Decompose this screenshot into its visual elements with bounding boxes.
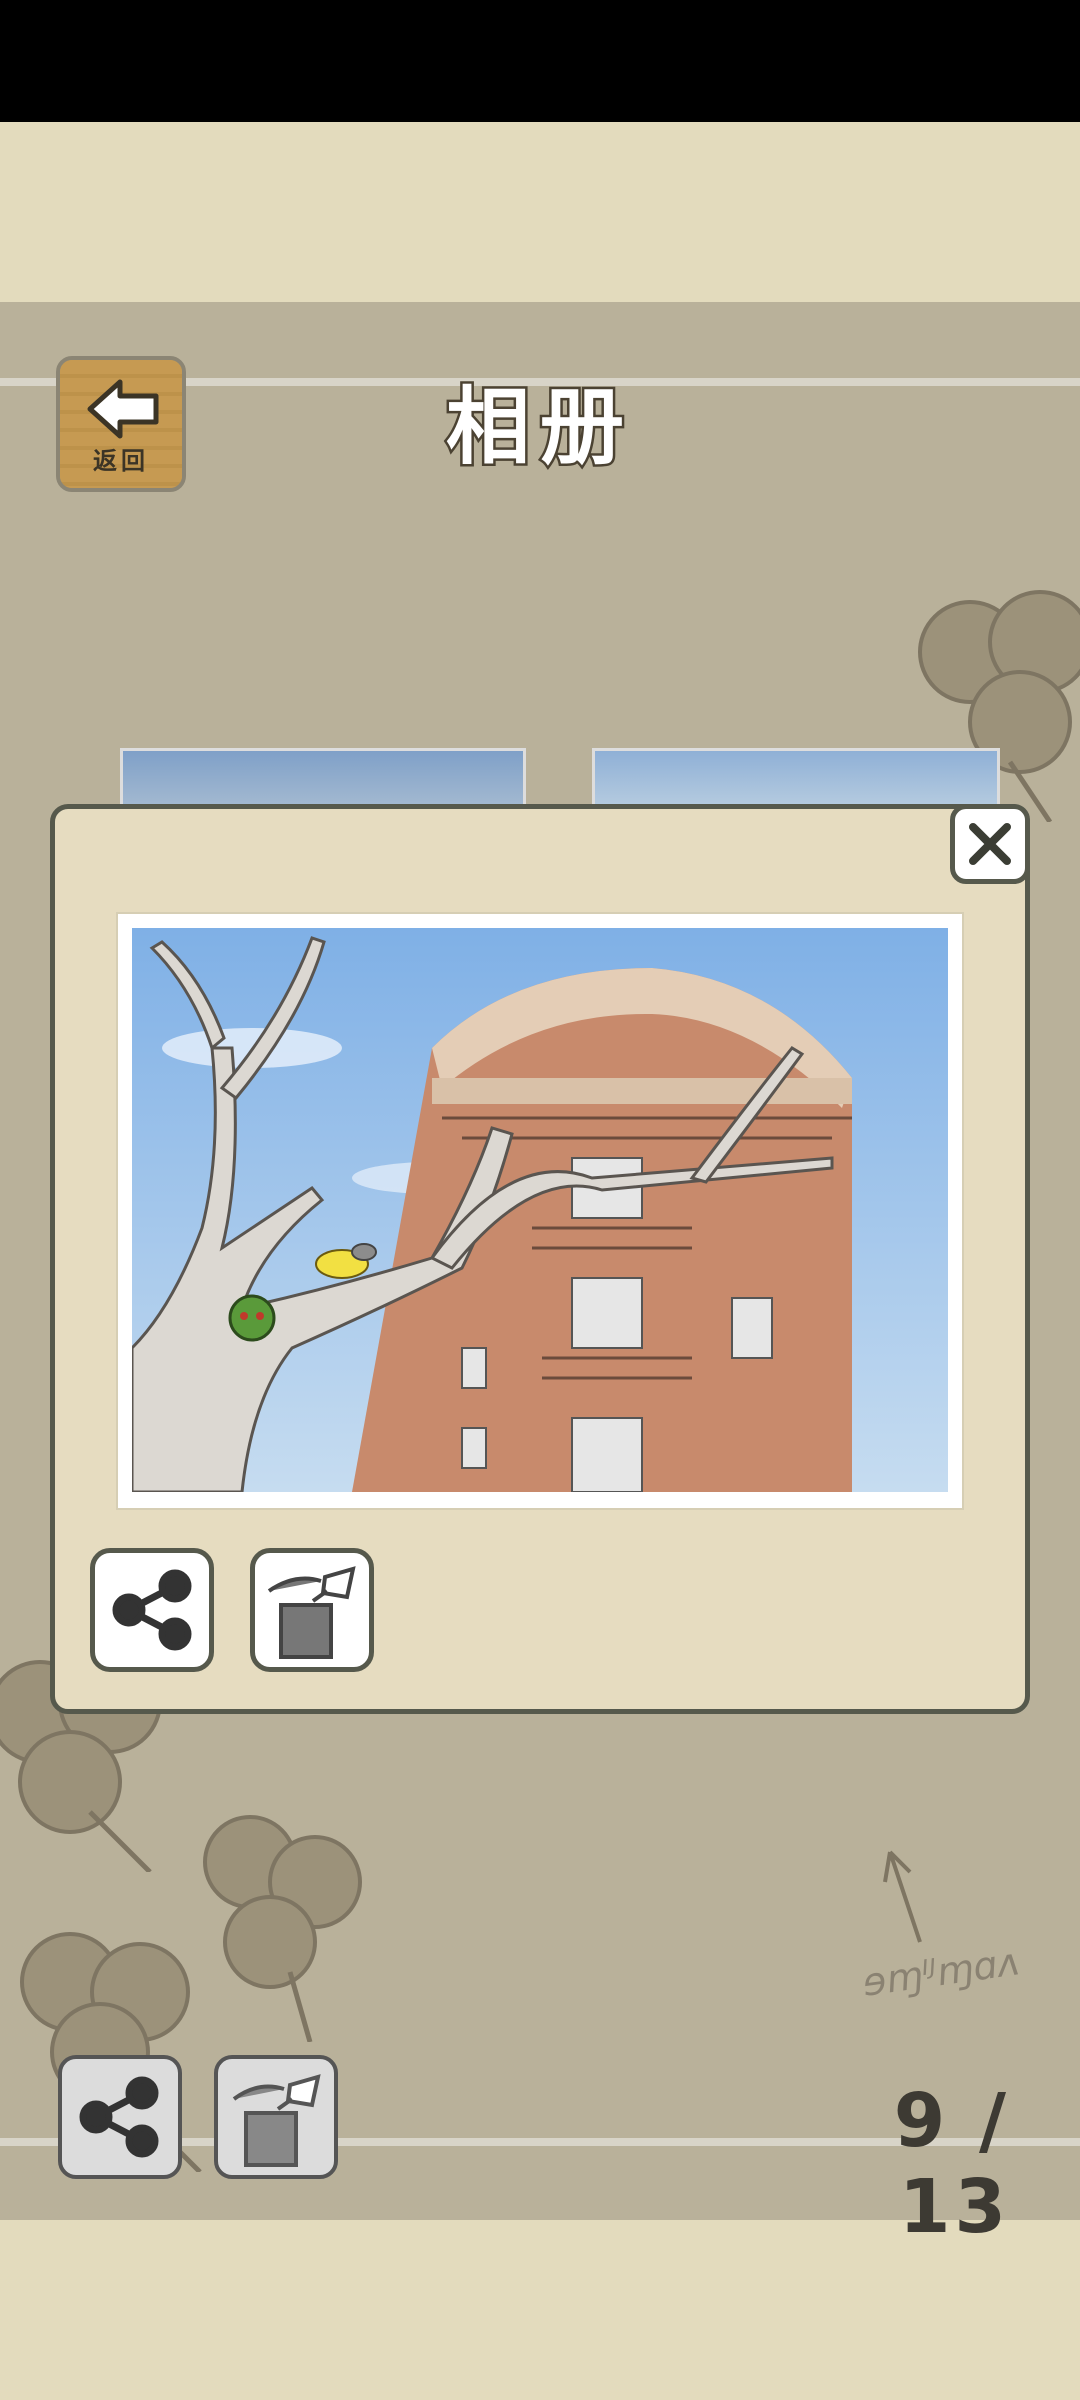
dialog-delete-button[interactable]: [250, 1548, 374, 1672]
status-bar: [0, 0, 1080, 122]
page-counter: 9 / 13: [760, 2078, 1010, 2250]
arrow-left-icon: [87, 379, 159, 439]
back-label: 返回: [93, 447, 149, 475]
back-button[interactable]: 返回: [56, 356, 186, 492]
share-icon: [79, 2076, 159, 2158]
close-icon: [969, 823, 1011, 865]
photo-preview[interactable]: [132, 928, 948, 1492]
close-button[interactable]: [950, 804, 1030, 884]
dialog-share-button[interactable]: [90, 1548, 214, 1672]
trash-icon: [232, 2074, 321, 2167]
page-current: 9: [893, 2078, 950, 2164]
trash-icon: [267, 1566, 356, 1659]
photo-illustration: [132, 928, 948, 1492]
share-icon: [112, 1569, 192, 1651]
page-total: 13: [899, 2164, 1010, 2250]
share-button[interactable]: [58, 2055, 182, 2179]
page-separator: /: [978, 2078, 1010, 2164]
delete-button[interactable]: [214, 2055, 338, 2179]
top-band: [0, 122, 1080, 302]
arrow-doodle-icon: [883, 1850, 922, 1943]
photo-frame: [118, 914, 962, 1508]
page-title: 相册: [443, 376, 634, 479]
clover-decoration-icon: [203, 1815, 362, 2042]
